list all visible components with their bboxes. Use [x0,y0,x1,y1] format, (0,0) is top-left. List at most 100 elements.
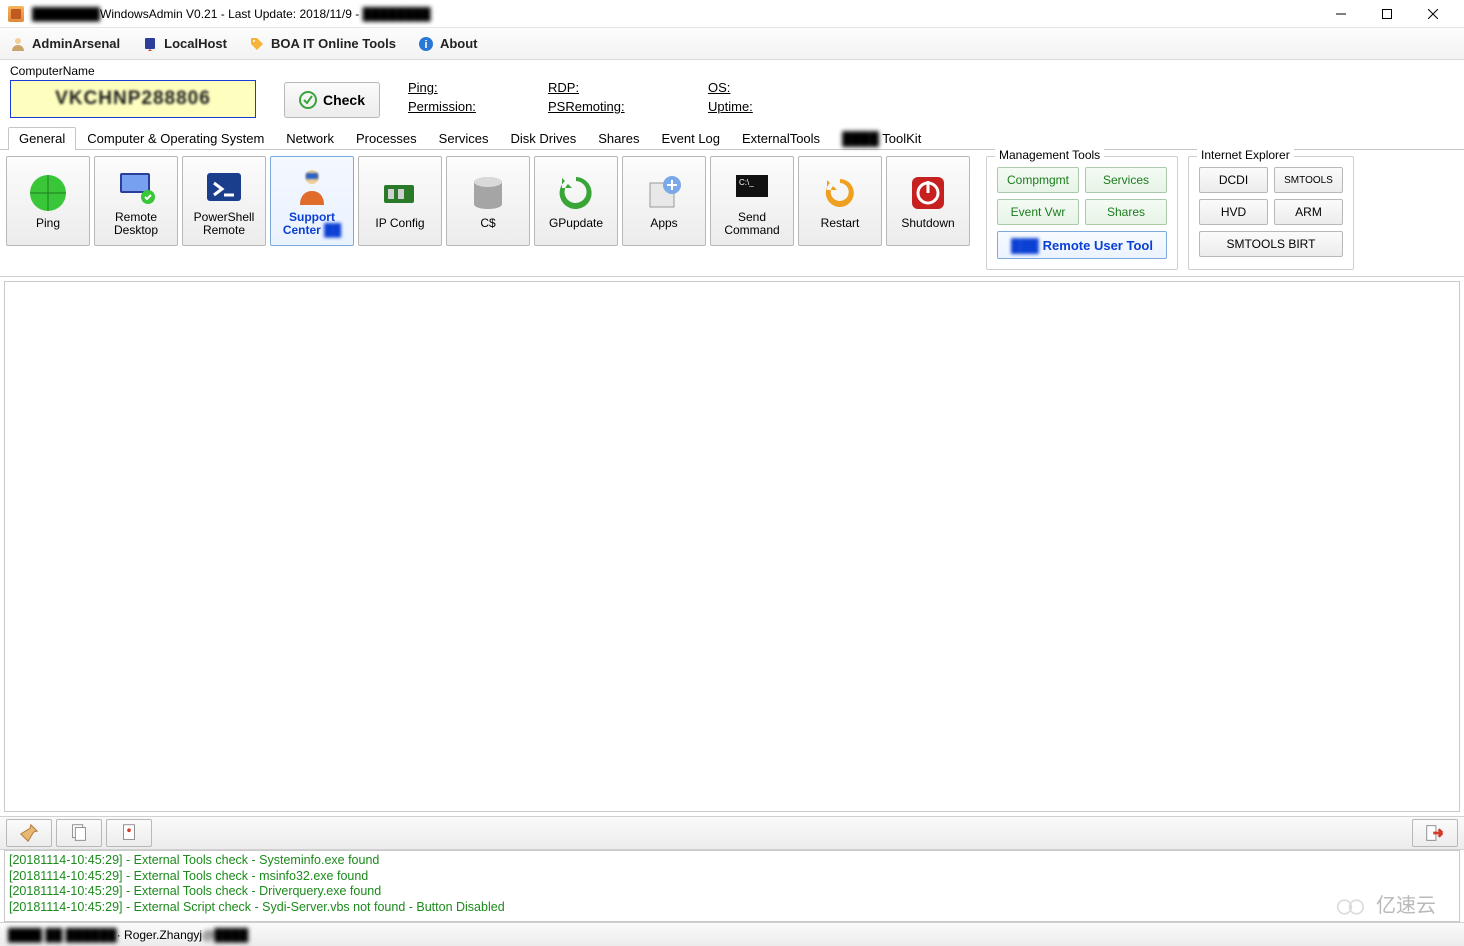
tab--toolkit[interactable]: ████ ToolKit [831,127,932,150]
tool-gpupdate[interactable]: GPupdate [534,156,618,246]
tab-shares[interactable]: Shares [587,127,650,150]
maximize-button[interactable] [1364,0,1410,28]
menu-label: LocalHost [164,36,227,51]
computername-label: ComputerName [10,64,256,78]
tool-label: C$ [480,217,495,230]
title-bar: ████████WindowsAdmin V0.21 - Last Update… [0,0,1464,28]
ping-icon [26,171,70,215]
watermark: 亿速云 [1336,889,1436,918]
computername-value: VKCHNP288806 [55,88,211,110]
ie-smtools-birt[interactable]: SMTOOLS BIRT [1199,231,1343,257]
sendcmd-icon: C:\_ [730,165,774,209]
tab-network[interactable]: Network [275,127,345,150]
app-icon [8,6,24,22]
tab-externaltools[interactable]: ExternalTools [731,127,831,150]
document-icon [118,822,140,844]
export-button[interactable] [106,819,152,847]
tool-label: GPupdate [549,217,603,230]
rdp-icon [114,165,158,209]
status-permission: Permission: [408,99,548,114]
tool-support[interactable]: Support Center ██ [270,156,354,246]
tool-sendcmd[interactable]: C:\_Send Command [710,156,794,246]
tool-label: Support Center ██ [283,211,341,237]
tool-restart[interactable]: Restart [798,156,882,246]
tool-ipconfig[interactable]: IP Config [358,156,442,246]
tool-shutdown[interactable]: Shutdown [886,156,970,246]
server-icon [142,36,158,52]
tool-label: PowerShell Remote [194,211,255,237]
log-line: [20181114-10:45:29] - External Tools che… [9,884,1455,900]
tab-processes[interactable]: Processes [345,127,428,150]
close-button[interactable] [1410,0,1456,28]
tab-general[interactable]: General [8,127,76,150]
tab-computer-operating-system[interactable]: Computer & Operating System [76,127,275,150]
management-tools-group: Management Tools Compmgmt Services Event… [986,156,1178,270]
psremote-icon [202,165,246,209]
log-line: [20181114-10:45:29] - External Tools che… [9,869,1455,885]
mgmt-eventvwr[interactable]: Event Vwr [997,199,1079,225]
copy-button[interactable] [56,819,102,847]
tool-apps[interactable]: Apps [622,156,706,246]
restart-icon [818,171,862,215]
status-os: OS: [708,80,848,95]
status-grid: Ping: RDP: OS: Permission: PSRemoting: U… [408,80,848,114]
tool-label: Ping [36,217,60,230]
check-button[interactable]: Check [284,82,380,118]
tool-label: Remote Desktop [114,211,158,237]
tool-cshare[interactable]: C$ [446,156,530,246]
copy-icon [68,822,90,844]
mgmt-shares[interactable]: Shares [1085,199,1167,225]
mgmt-services[interactable]: Services [1085,167,1167,193]
check-icon [299,91,317,109]
tool-psremote[interactable]: PowerShell Remote [182,156,266,246]
group-title: Management Tools [995,148,1104,162]
shutdown-icon [906,171,950,215]
tool-label: Shutdown [901,217,954,230]
status-rdp: RDP: [548,80,708,95]
apps-icon [642,171,686,215]
mgmt-compmgmt[interactable]: Compmgmt [997,167,1079,193]
tab-event-log[interactable]: Event Log [650,127,731,150]
mgmt-remote-user-tool[interactable]: ███ Remote User Tool [997,231,1167,259]
tool-rdp[interactable]: Remote Desktop [94,156,178,246]
log-panel[interactable]: [20181114-10:45:29] - External Tools che… [4,850,1460,922]
clear-button[interactable] [6,819,52,847]
internet-explorer-group: Internet Explorer DCDI SMTOOLS HVD ARM S… [1188,156,1354,270]
menu-label: AdminArsenal [32,36,120,51]
status-bar: ████ ██ ██████ · Roger.Zhangyj @████ [0,922,1464,946]
menu-localhost[interactable]: LocalHost [142,36,227,52]
tab-services[interactable]: Services [428,127,500,150]
minimize-button[interactable] [1318,0,1364,28]
menu-adminarsenal[interactable]: AdminArsenal [10,36,120,52]
tool-ping[interactable]: Ping [6,156,90,246]
check-label: Check [323,92,365,108]
svg-text:i: i [424,39,427,51]
info-icon: i [418,36,434,52]
exit-button[interactable] [1412,819,1458,847]
computername-input[interactable]: VKCHNP288806 [10,80,256,118]
tool-label: IP Config [375,217,424,230]
window-title: ████████WindowsAdmin V0.21 - Last Update… [32,7,1318,21]
menu-strip: AdminArsenal LocalHost BOA IT Online Too… [0,28,1464,60]
status-psremoting: PSRemoting: [548,99,708,114]
ie-arm[interactable]: ARM [1274,199,1343,225]
tab-disk-drives[interactable]: Disk Drives [500,127,588,150]
ie-dcdi[interactable]: DCDI [1199,167,1268,193]
ipconfig-icon [378,171,422,215]
menu-label: About [440,36,478,51]
menu-about[interactable]: i About [418,36,478,52]
cshare-icon [466,171,510,215]
support-icon [290,165,334,209]
group-title: Internet Explorer [1197,148,1294,162]
output-textarea[interactable] [4,281,1460,812]
ie-smtools[interactable]: SMTOOLS [1274,167,1343,193]
tool-label: Restart [821,217,860,230]
ie-hvd[interactable]: HVD [1199,199,1268,225]
svg-text:C:\_: C:\_ [739,178,754,187]
tag-icon [249,36,265,52]
menu-boa-tools[interactable]: BOA IT Online Tools [249,36,396,52]
log-line: [20181114-10:45:29] - External Script ch… [9,900,1455,916]
gpupdate-icon [554,171,598,215]
user-icon [10,36,26,52]
menu-label: BOA IT Online Tools [271,36,396,51]
